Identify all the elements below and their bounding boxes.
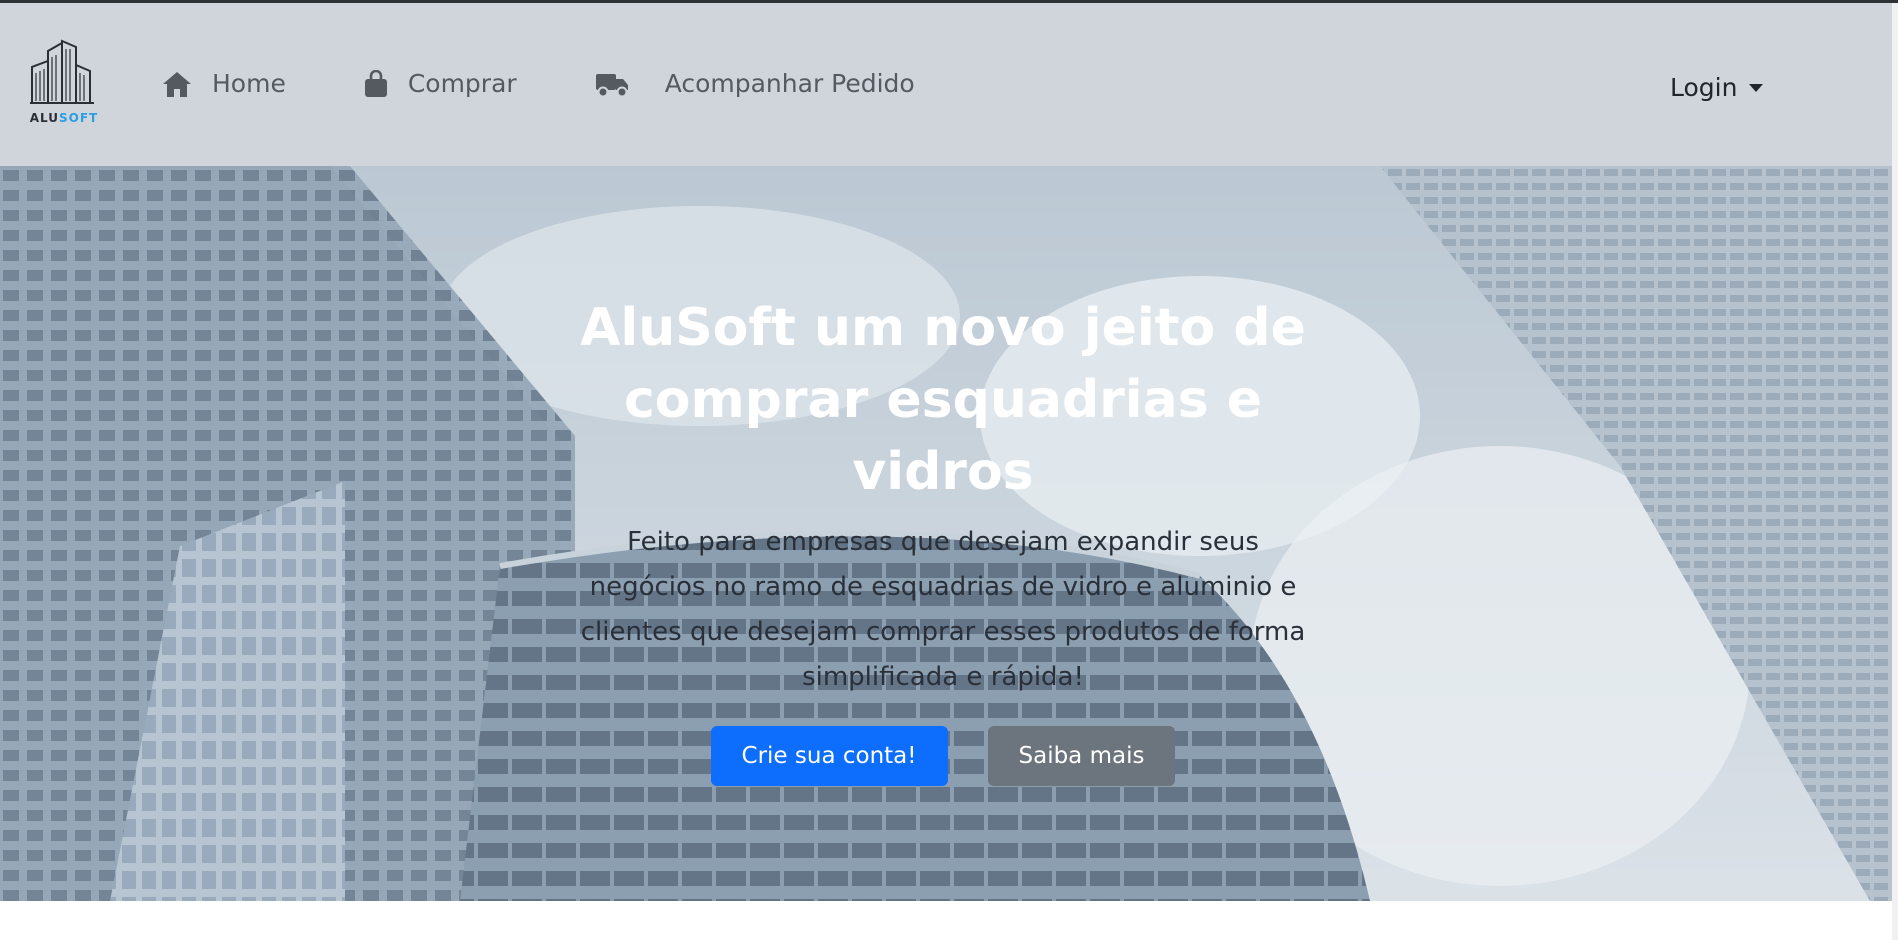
hero-content: AluSoft um novo jeito de comprar esquadr…: [560, 292, 1326, 786]
building-logo-icon: [30, 39, 94, 104]
nav-link-acompanhar-pedido[interactable]: Acompanhar Pedido: [595, 69, 915, 98]
hero-section: AluSoft um novo jeito de comprar esquadr…: [0, 166, 1892, 901]
create-account-button[interactable]: Crie sua conta!: [710, 726, 948, 786]
home-icon: [162, 70, 192, 98]
shopping-bag-icon: [364, 69, 388, 98]
hero-buttons: Crie sua conta! Saiba mais: [560, 726, 1326, 786]
brand-name: ALUSOFT: [28, 111, 100, 125]
brand-name-part1: ALU: [29, 111, 59, 125]
nav-links: Home Comprar Acompanhar Pedido: [162, 69, 993, 98]
learn-more-button[interactable]: Saiba mais: [987, 726, 1176, 786]
nav-link-acompanhar-pedido-label: Acompanhar Pedido: [664, 69, 915, 98]
truck-icon: [595, 70, 629, 98]
login-dropdown[interactable]: Login: [1670, 73, 1764, 102]
hero-description: Feito para empresas que desejam expandir…: [580, 527, 1306, 692]
caret-down-icon: [1749, 83, 1764, 92]
page: ALUSOFT Home Comprar Acompanhar Pedido L…: [0, 0, 1898, 940]
navbar: ALUSOFT Home Comprar Acompanhar Pedido L…: [0, 3, 1898, 166]
brand-name-part2: SOFT: [59, 111, 99, 125]
login-label: Login: [1670, 73, 1738, 102]
nav-link-comprar-label: Comprar: [407, 69, 517, 98]
nav-link-comprar[interactable]: Comprar: [364, 69, 517, 98]
nav-link-home-label: Home: [212, 69, 286, 98]
brand-logo[interactable]: ALUSOFT: [28, 37, 100, 129]
page-scrollbar[interactable]: [1892, 3, 1898, 940]
nav-link-home[interactable]: Home: [162, 69, 286, 98]
hero-title: AluSoft um novo jeito de comprar esquadr…: [580, 298, 1306, 502]
